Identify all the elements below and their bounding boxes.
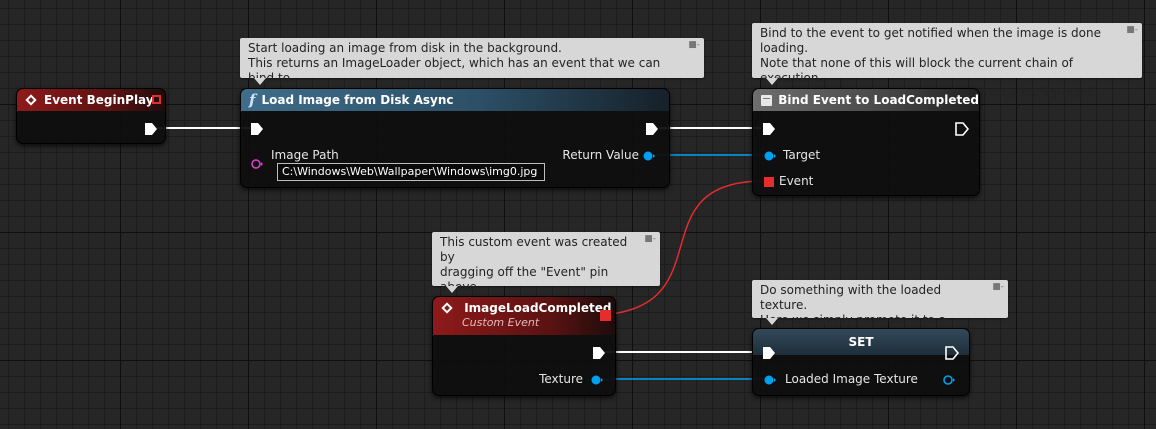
node-load-image-async[interactable]: f Load Image from Disk Async Image Path … — [240, 88, 670, 188]
exec-out-pin-icon[interactable] — [955, 122, 969, 136]
delegate-pin-icon[interactable] — [764, 177, 774, 187]
object-pin-icon[interactable] — [764, 151, 776, 161]
exec-in-pin-icon[interactable] — [762, 346, 776, 360]
exec-out-pin-icon[interactable] — [144, 122, 158, 136]
exec-out-pin-icon[interactable] — [945, 346, 959, 360]
texture-label: Texture — [539, 372, 583, 386]
node-header: ImageLoadCompleted Custom Event — [433, 297, 615, 335]
exec-out-pin-icon[interactable] — [592, 346, 606, 360]
exec-in-pin-icon[interactable] — [762, 122, 776, 136]
event-icon — [25, 94, 37, 106]
node-bind-event[interactable]: Bind Event to LoadCompleted Target Event — [752, 88, 980, 196]
comment-pin-icon[interactable]: ■‑ — [992, 283, 1004, 292]
image-path-label: Image Path — [271, 148, 339, 162]
node-title: ImageLoadCompleted — [464, 301, 612, 315]
comment-custom-event: This custom event was created by draggin… — [432, 232, 660, 324]
node-header: SET — [753, 329, 969, 355]
string-pin-icon[interactable] — [251, 159, 263, 169]
node-title: Load Image from Disk Async — [261, 93, 454, 107]
function-icon: f — [249, 91, 256, 109]
comment-set: Do something with the loaded texture. He… — [752, 280, 1008, 342]
comment-load-image: Start loading an image from disk in the … — [240, 38, 704, 85]
return-value-label: Return Value — [562, 148, 639, 162]
node-header: Event BeginPlay — [17, 89, 165, 111]
comment-text: Start loading an image from disk in the … — [248, 41, 661, 85]
object-out-pin-icon[interactable] — [943, 375, 955, 385]
node-event-beginplay[interactable]: Event BeginPlay — [16, 88, 166, 144]
object-pin-icon[interactable] — [591, 375, 603, 385]
delegate-pin-icon[interactable] — [600, 310, 611, 321]
node-header: f Load Image from Disk Async — [241, 89, 669, 111]
node-header: Bind Event to LoadCompleted — [753, 89, 979, 111]
exec-out-pin-icon[interactable] — [645, 122, 659, 136]
node-set-variable[interactable]: SET Loaded Image Texture — [752, 328, 970, 396]
comment-pin-icon[interactable]: ■‑ — [644, 235, 656, 244]
exec-in-pin-icon[interactable] — [250, 122, 264, 136]
node-title: Bind Event to LoadCompleted — [778, 93, 979, 107]
comment-pin-icon[interactable]: ■‑ — [1126, 26, 1138, 35]
node-custom-event[interactable]: ImageLoadCompleted Custom Event Texture — [432, 296, 616, 396]
delegate-pin-icon[interactable] — [152, 95, 161, 104]
target-label: Target — [783, 148, 821, 162]
node-title: SET — [848, 335, 874, 349]
object-pin-icon[interactable] — [643, 151, 655, 161]
comment-pin-icon[interactable]: ■‑ — [688, 41, 700, 50]
loaded-image-texture-label: Loaded Image Texture — [785, 372, 918, 386]
image-path-input[interactable]: C:\Windows\Web\Wallpaper\Windows\img0.jp… — [277, 163, 545, 181]
node-subtitle: Custom Event — [462, 316, 540, 329]
node-title: Event BeginPlay — [44, 93, 154, 107]
event-label: Event — [779, 174, 814, 188]
event-icon — [441, 302, 453, 314]
object-pin-icon[interactable] — [764, 375, 776, 385]
comment-bind-event: Bind to the event to get notified when t… — [752, 23, 1142, 115]
bind-event-icon — [761, 94, 773, 106]
